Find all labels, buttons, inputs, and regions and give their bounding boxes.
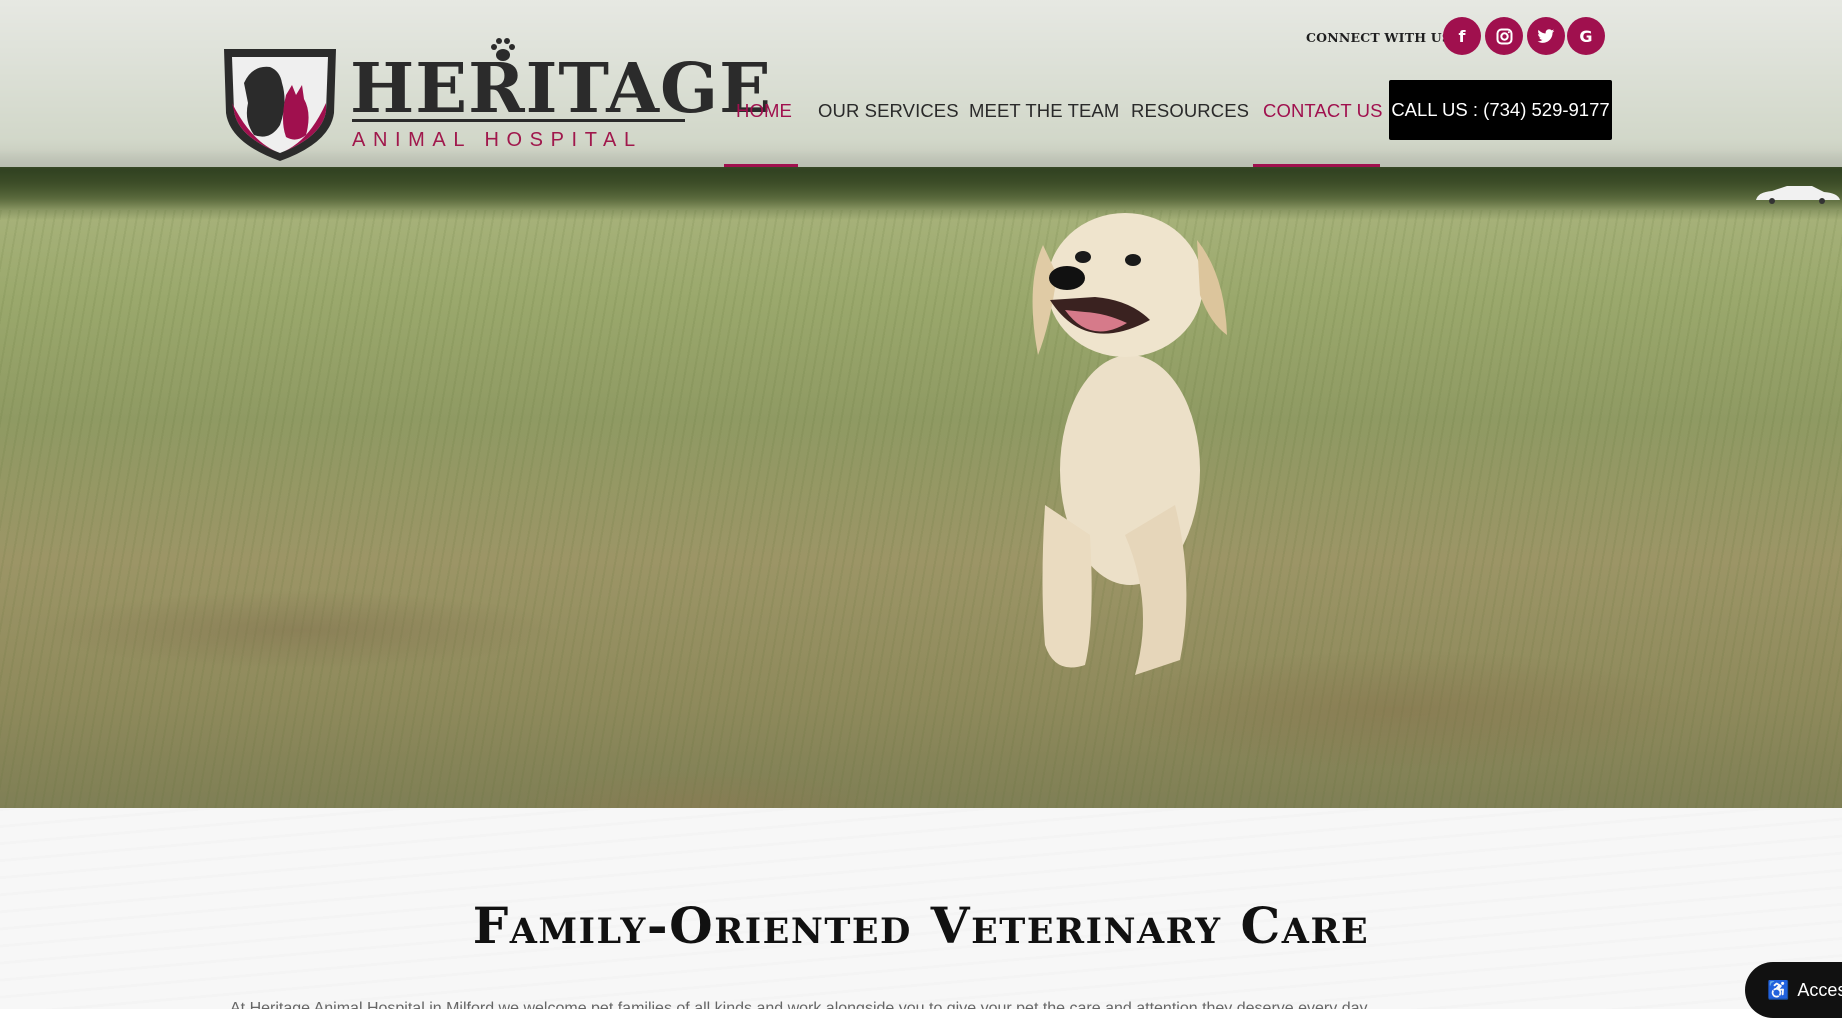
car-silhouette xyxy=(1756,186,1840,204)
connect-label: CONNECT WITH US: xyxy=(1306,30,1456,45)
logo-wordmark: HERITAGE xyxy=(350,49,772,129)
nav-meet-the-team[interactable]: MEET THE TEAM xyxy=(969,100,1119,122)
page-heading: Family-Oriented Veterinary Care xyxy=(472,896,1370,955)
nav-contact-us[interactable]: CONTACT US xyxy=(1263,100,1383,122)
site-logo[interactable]: HERITAGE ANIMAL HOSPITAL xyxy=(222,35,771,161)
nav-contact-indicator xyxy=(1253,164,1380,167)
instagram-glyph xyxy=(1496,28,1512,44)
site-header: HERITAGE ANIMAL HOSPITAL CONNECT WITH US… xyxy=(0,0,1842,167)
grass-field xyxy=(0,210,1842,808)
shield-logo-icon xyxy=(224,49,336,161)
nav-home-indicator xyxy=(724,164,798,167)
nav-our-services[interactable]: OUR SERVICES xyxy=(818,100,959,122)
facebook-icon[interactable]: f xyxy=(1443,17,1481,55)
logo-divider xyxy=(352,119,685,122)
google-icon[interactable]: G xyxy=(1567,17,1605,55)
puppy-image xyxy=(1032,213,1227,675)
accessibility-button[interactable]: ♿ Access xyxy=(1745,962,1842,1018)
nav-resources[interactable]: RESOURCES xyxy=(1131,100,1249,122)
instagram-icon[interactable] xyxy=(1485,17,1523,55)
twitter-icon[interactable] xyxy=(1527,17,1565,55)
intro-paragraph: At Heritage Animal Hospital in Milford w… xyxy=(230,1000,1368,1009)
accessibility-icon: ♿ xyxy=(1767,979,1790,1000)
accessibility-label: Access xyxy=(1797,979,1842,1000)
nav-home[interactable]: HOME xyxy=(736,100,792,122)
call-us-button[interactable]: CALL US : (734) 529-9177 xyxy=(1389,80,1612,140)
twitter-glyph xyxy=(1537,28,1555,43)
logo-tagline: ANIMAL HOSPITAL xyxy=(352,129,643,151)
